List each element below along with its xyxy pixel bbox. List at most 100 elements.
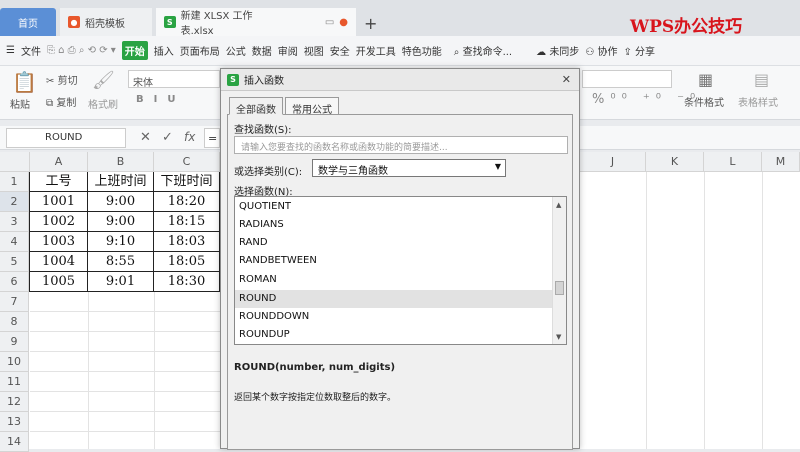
share-button[interactable]: ⇪ 分享 (623, 43, 655, 58)
select-all-corner[interactable] (0, 152, 30, 172)
dropdown-arrow-icon[interactable]: ▼ (495, 162, 501, 171)
tab-docer-templates[interactable]: ● 稻壳模板 (60, 8, 152, 36)
tab-window-icon[interactable]: ▭ (325, 17, 334, 28)
scroll-up-icon[interactable]: ▲ (556, 201, 561, 209)
row-header[interactable]: 9 (0, 332, 29, 352)
close-icon[interactable]: ✕ (562, 73, 571, 86)
tab-common-formulas[interactable]: 常用公式 (285, 97, 339, 116)
column-header-k[interactable]: K (646, 152, 704, 172)
table-cell[interactable]: 18:05 (154, 252, 220, 272)
tab-workbook[interactable]: S 新建 XLSX 工作表.xlsx ▭ ● (156, 8, 356, 37)
paste-button[interactable]: 粘贴 (10, 96, 30, 111)
font-selector[interactable]: 宋体 (128, 70, 220, 89)
function-search-input[interactable]: 请输入您要查找的函数名称或函数功能的简要描述... (234, 136, 568, 154)
row-header[interactable]: 13 (0, 412, 29, 432)
toolbar-quick-icons[interactable]: ⎘ ⌂ ⎙ ⌕ ⟲ ⟳ ▾ (47, 45, 116, 56)
table-style-icon[interactable]: ▤ (754, 70, 769, 89)
table-header-cell[interactable]: 下班时间 (154, 172, 220, 192)
row-header[interactable]: 5 (0, 252, 29, 272)
row-header[interactable]: 11 (0, 372, 29, 392)
function-list-item[interactable]: RANDBETWEEN (235, 252, 553, 270)
function-list-item[interactable]: ROUNDDOWN (235, 308, 553, 326)
table-cell[interactable]: 9:10 (88, 232, 154, 252)
conditional-format-button[interactable]: 条件格式 (684, 94, 724, 109)
function-list-item[interactable]: QUOTIENT (235, 198, 553, 216)
menu-insert[interactable]: 插入 (154, 43, 174, 58)
menu-view[interactable]: 视图 (304, 43, 324, 58)
table-style-button[interactable]: 表格样式 (738, 94, 778, 109)
table-cell[interactable]: 1003 (30, 232, 88, 252)
function-list-scrollbar[interactable]: ▲ ▼ (552, 197, 566, 344)
row-header[interactable]: 14 (0, 432, 29, 452)
confirm-icon[interactable]: ✓ (162, 130, 173, 145)
table-cell[interactable]: 9:01 (88, 272, 154, 292)
menu-features[interactable]: 特色功能 (402, 43, 442, 58)
scroll-down-icon[interactable]: ▼ (556, 333, 561, 341)
formula-input[interactable]: = (204, 128, 220, 148)
column-header-a[interactable]: A (30, 152, 88, 172)
menu-home[interactable]: 开始 (121, 41, 148, 60)
sync-status[interactable]: ☁ 未同步 (536, 43, 579, 58)
function-list-item-selected[interactable]: ROUND (235, 290, 553, 308)
table-cell[interactable]: 18:20 (154, 192, 220, 212)
column-header-m[interactable]: M (762, 152, 800, 172)
format-painter-button[interactable]: 格式刷 (88, 96, 118, 111)
row-header[interactable]: 1 (0, 172, 29, 192)
bold-italic-underline-icons[interactable]: BIU (136, 94, 185, 105)
function-list-item[interactable]: ROUNDUP (235, 326, 553, 344)
table-header-cell[interactable]: 上班时间 (88, 172, 154, 192)
table-cell[interactable]: 1001 (30, 192, 88, 212)
tab-home[interactable]: 首页 (0, 8, 56, 36)
collab-button[interactable]: ⚇ 协作 (585, 43, 617, 58)
table-cell[interactable]: 18:03 (154, 232, 220, 252)
menu-data[interactable]: 数据 (252, 43, 272, 58)
menu-security[interactable]: 安全 (330, 43, 350, 58)
name-box[interactable]: ROUND (6, 128, 126, 148)
fx-button[interactable]: fx (184, 130, 195, 144)
tab-all-functions[interactable]: 全部函数 (229, 97, 283, 116)
table-cell[interactable]: 8:55 (88, 252, 154, 272)
table-cell[interactable]: 1004 (30, 252, 88, 272)
menu-file[interactable]: 文件 (21, 43, 41, 58)
cancel-icon[interactable]: ✕ (140, 130, 151, 145)
table-cell[interactable]: 18:15 (154, 212, 220, 232)
row-header[interactable]: 10 (0, 352, 29, 372)
scrollbar-thumb[interactable] (555, 281, 564, 295)
table-cell[interactable]: 1002 (30, 212, 88, 232)
menu-formulas[interactable]: 公式 (226, 43, 246, 58)
table-cell[interactable]: 9:00 (88, 212, 154, 232)
row-header[interactable]: 8 (0, 312, 29, 332)
cut-button[interactable]: ✂ 剪切 (46, 72, 78, 87)
category-select[interactable]: 数学与三角函数 ▼ (312, 159, 506, 177)
function-list-item[interactable]: RADIANS (235, 216, 553, 234)
table-cell[interactable]: 9:00 (88, 192, 154, 212)
number-format-selector[interactable] (582, 70, 672, 88)
conditional-format-icon[interactable]: ▦ (698, 70, 713, 89)
row-header[interactable]: 6 (0, 272, 29, 292)
command-search[interactable]: ⌕ 查找命令... (454, 43, 512, 58)
menu-developer[interactable]: 开发工具 (356, 43, 396, 58)
function-list-item[interactable]: RAND (235, 234, 553, 252)
new-tab-button[interactable]: + (364, 14, 377, 33)
row-header[interactable]: 4 (0, 232, 29, 252)
row-header[interactable]: 2 (0, 192, 29, 212)
column-header-b[interactable]: B (88, 152, 154, 172)
column-header-j[interactable]: J (580, 152, 646, 172)
column-header-c[interactable]: C (154, 152, 220, 172)
menu-icon[interactable]: ☰ (6, 45, 15, 56)
menu-review[interactable]: 审阅 (278, 43, 298, 58)
row-header[interactable]: 3 (0, 212, 29, 232)
table-cell[interactable]: 18:30 (154, 272, 220, 292)
function-list[interactable]: QUOTIENT RADIANS RAND RANDBETWEEN ROMAN … (234, 196, 567, 345)
table-cell[interactable]: 1005 (30, 272, 88, 292)
function-list-item[interactable]: ROMAN (235, 271, 553, 289)
dialog-title-bar[interactable]: S 插入函数 ✕ (221, 69, 579, 91)
row-header[interactable]: 7 (0, 292, 29, 312)
menu-page-layout[interactable]: 页面布局 (180, 43, 220, 58)
copy-button[interactable]: ⧉ 复制 (46, 94, 76, 109)
paste-icon[interactable]: 📋 (12, 70, 37, 94)
format-painter-icon[interactable]: 🖌 (92, 70, 115, 91)
column-header-l[interactable]: L (704, 152, 762, 172)
row-header[interactable]: 12 (0, 392, 29, 412)
table-header-cell[interactable]: 工号 (30, 172, 88, 192)
